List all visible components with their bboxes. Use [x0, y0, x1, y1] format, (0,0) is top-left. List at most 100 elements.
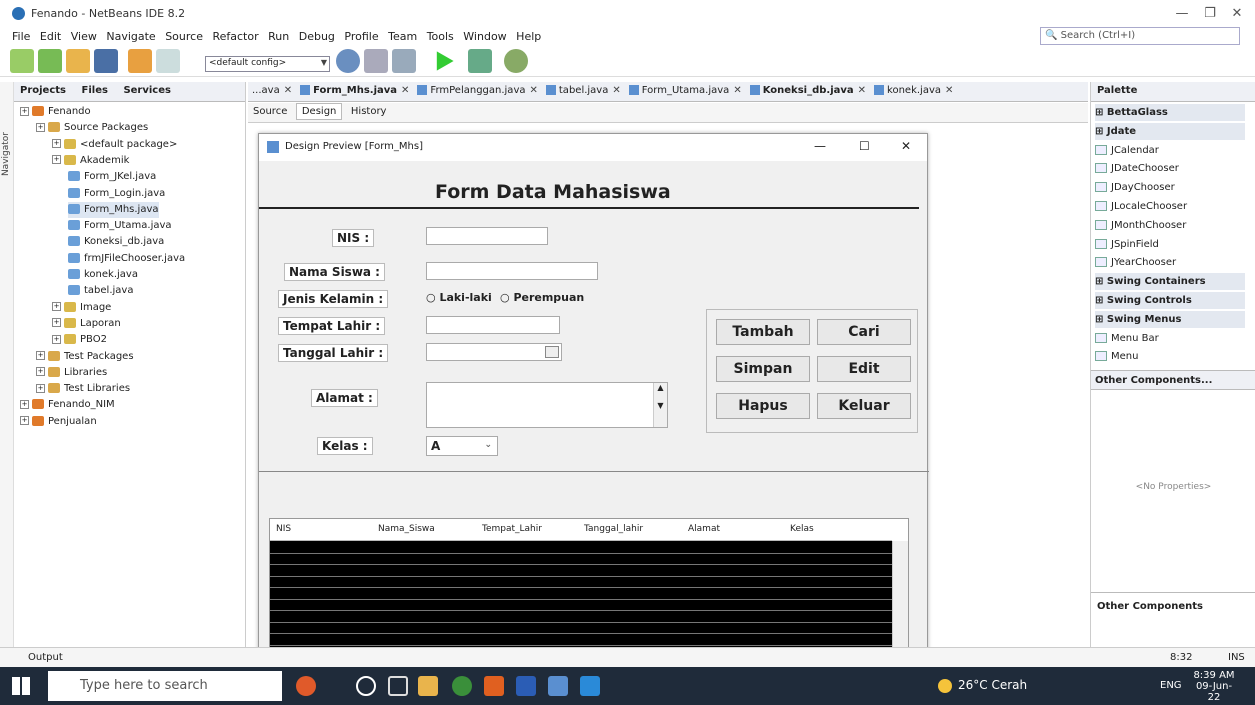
col-nama[interactable]: Nama_Siswa: [378, 524, 435, 534]
weather-text[interactable]: 26°C Cerah: [958, 678, 1027, 692]
expand-icon[interactable]: +: [52, 155, 61, 165]
radio-laki[interactable]: ○ Laki-laki: [426, 291, 492, 304]
palette-tab[interactable]: Palette: [1091, 82, 1143, 99]
file-tab[interactable]: Koneksi_db.java ✕: [746, 82, 870, 101]
close-tab-icon[interactable]: ✕: [401, 85, 409, 96]
expand-icon[interactable]: +: [52, 302, 61, 312]
source-tab[interactable]: Source: [248, 104, 292, 119]
expand-icon[interactable]: +: [36, 122, 45, 132]
debug-icon[interactable]: [468, 49, 492, 73]
task-view-icon[interactable]: [388, 676, 408, 696]
tree-item[interactable]: Form_JKel.java: [68, 169, 156, 185]
tree-item[interactable]: + PBO2: [52, 332, 107, 348]
clean-icon[interactable]: [392, 49, 416, 73]
tree-item[interactable]: frmJFileChooser.java: [68, 251, 185, 267]
preview-maximize-button[interactable]: ☐: [859, 139, 870, 153]
file-tab[interactable]: Form_Mhs.java ✕: [296, 82, 413, 101]
col-kelas[interactable]: Kelas: [790, 524, 814, 534]
file-tab[interactable]: tabel.java ✕: [542, 82, 625, 101]
expand-icon[interactable]: +: [36, 367, 45, 377]
nama-input[interactable]: [426, 262, 598, 280]
output-tab[interactable]: Output: [28, 652, 63, 663]
minimize-button[interactable]: —: [1167, 4, 1197, 24]
open-project-icon[interactable]: [66, 49, 90, 73]
menu-edit[interactable]: Edit: [40, 30, 61, 43]
file-tab[interactable]: Form_Utama.java ✕: [625, 82, 746, 101]
table-scrollbar[interactable]: [892, 541, 908, 649]
config-select[interactable]: <default config> ▼: [205, 56, 330, 72]
word-icon[interactable]: [516, 676, 536, 696]
expand-icon[interactable]: +: [52, 334, 61, 344]
language-indicator[interactable]: ENG: [1160, 680, 1182, 691]
col-tanggal[interactable]: Tanggal_lahir: [584, 524, 643, 534]
cortana-icon[interactable]: [356, 676, 376, 696]
new-project-icon[interactable]: [38, 49, 62, 73]
tree-item[interactable]: + Laporan: [52, 316, 121, 332]
palette-item[interactable]: Menu: [1095, 348, 1138, 365]
palette-item[interactable]: Menu Bar: [1095, 330, 1159, 347]
design-tab[interactable]: Design: [295, 103, 343, 120]
close-button[interactable]: ✕: [1222, 4, 1252, 24]
tree-item[interactable]: + Test Libraries: [36, 381, 130, 397]
tree-item[interactable]: + Akademik: [52, 153, 129, 169]
radio-perempuan[interactable]: ○ Perempuan: [500, 291, 584, 304]
chrome-icon[interactable]: [452, 676, 472, 696]
tab-files[interactable]: Files: [76, 82, 114, 99]
palette-item[interactable]: JDayChooser: [1095, 179, 1175, 196]
new-file-icon[interactable]: [10, 49, 34, 73]
menu-window[interactable]: Window: [463, 30, 506, 43]
expand-icon[interactable]: +: [52, 139, 61, 149]
clock[interactable]: 8:39 AM 09-Jun-22: [1192, 670, 1236, 703]
simpan-button[interactable]: Simpan: [716, 356, 810, 382]
menu-source[interactable]: Source: [165, 30, 203, 43]
col-nis[interactable]: NIS: [276, 524, 291, 534]
tree-item[interactable]: + Fenando: [20, 104, 91, 120]
build-icon[interactable]: [336, 49, 360, 73]
hapus-button[interactable]: Hapus: [716, 393, 810, 419]
close-tab-icon[interactable]: ✕: [530, 85, 538, 96]
ide-search-input[interactable]: 🔍 Search (Ctrl+I): [1040, 27, 1240, 45]
tanggal-lahir-chooser[interactable]: [426, 343, 562, 361]
close-tab-icon[interactable]: ✕: [284, 85, 292, 96]
mahasiswa-table[interactable]: NIS Nama_Siswa Tempat_Lahir Tanggal_lahi…: [269, 518, 909, 649]
tempat-lahir-input[interactable]: [426, 316, 560, 334]
expand-icon[interactable]: +: [36, 351, 45, 360]
navigator-tab[interactable]: Navigator: [1, 132, 11, 176]
col-tempat[interactable]: Tempat_Lahir: [482, 524, 542, 534]
cari-button[interactable]: Cari: [817, 319, 911, 345]
expand-icon[interactable]: +: [36, 383, 45, 393]
edit-button[interactable]: Edit: [817, 356, 911, 382]
menu-debug[interactable]: Debug: [299, 30, 335, 43]
expand-icon[interactable]: +: [20, 399, 29, 409]
palette-item[interactable]: JSpinField: [1095, 236, 1159, 253]
windows-start-icon[interactable]: [12, 677, 30, 695]
menu-run[interactable]: Run: [268, 30, 289, 43]
file-tab[interactable]: ...ava ✕: [248, 82, 296, 101]
kelas-select[interactable]: A ⌄: [426, 436, 498, 456]
xampp-icon[interactable]: [484, 676, 504, 696]
close-tab-icon[interactable]: ✕: [612, 85, 620, 96]
expand-icon[interactable]: +: [20, 106, 29, 116]
keluar-button[interactable]: Keluar: [817, 393, 911, 419]
expand-icon[interactable]: +: [52, 318, 61, 328]
palette-item[interactable]: JLocaleChooser: [1095, 198, 1187, 215]
tree-item[interactable]: Form_Utama.java: [68, 218, 172, 234]
history-tab[interactable]: History: [346, 104, 392, 119]
tab-services[interactable]: Services: [117, 82, 177, 99]
tree-item[interactable]: + Fenando_NIM: [20, 397, 115, 413]
tab-projects[interactable]: Projects: [14, 82, 72, 99]
palette-item[interactable]: JMonthChooser: [1095, 217, 1186, 234]
preview-minimize-button[interactable]: —: [814, 139, 826, 153]
profile-icon[interactable]: [504, 49, 528, 73]
alamat-textarea[interactable]: ▲ ▼: [426, 382, 668, 428]
file-explorer-icon[interactable]: [418, 676, 438, 696]
col-alamat[interactable]: Alamat: [688, 524, 720, 534]
vscode-icon[interactable]: [580, 676, 600, 696]
menu-help[interactable]: Help: [516, 30, 541, 43]
restore-button[interactable]: ❐: [1195, 4, 1225, 24]
palette-item[interactable]: JDateChooser: [1095, 160, 1179, 177]
palette-category[interactable]: ⊞ Swing Menus: [1095, 310, 1245, 328]
close-tab-icon[interactable]: ✕: [945, 85, 953, 96]
file-tab[interactable]: konek.java ✕: [870, 82, 957, 101]
menu-profile[interactable]: Profile: [344, 30, 378, 43]
